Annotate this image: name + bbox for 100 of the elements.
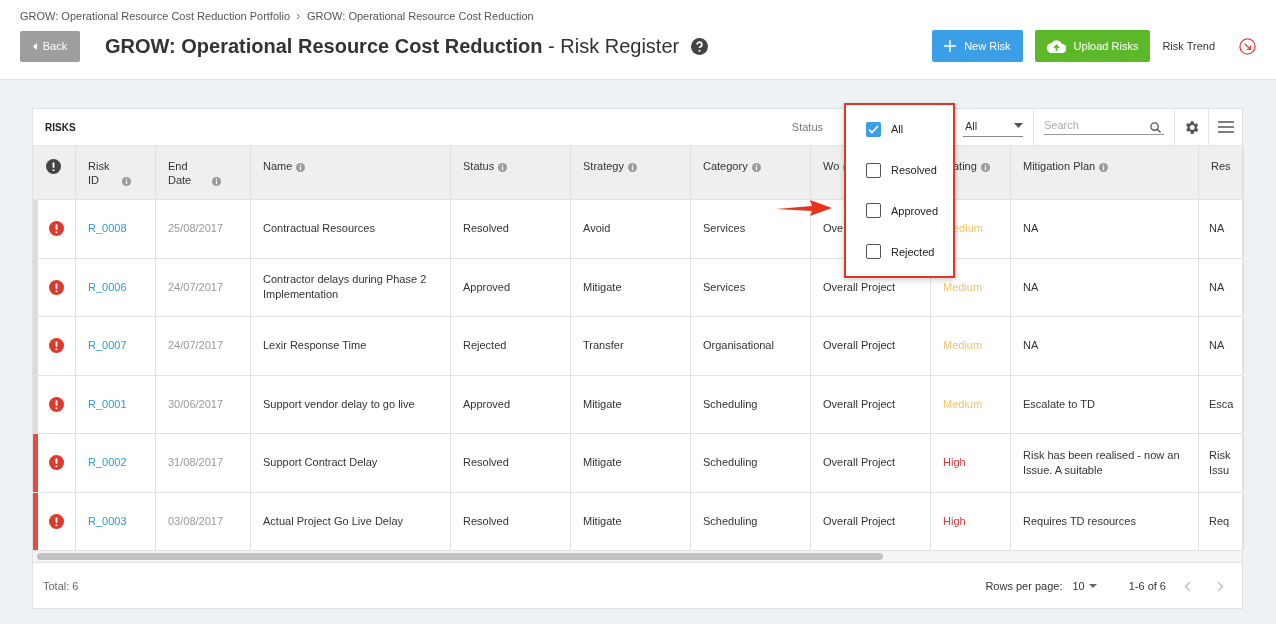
column-header[interactable]: Risk ID — [88, 159, 118, 187]
status-option[interactable]: Rejected — [866, 244, 953, 260]
search-field[interactable]: Search — [1044, 119, 1164, 135]
table-cell: Overall Project — [823, 455, 896, 471]
breadcrumb-link[interactable]: GROW: Operational Resource Cost Reduction — [307, 10, 534, 22]
info-icon — [498, 162, 508, 172]
info-icon — [751, 162, 761, 172]
table-cell: Mitigate — [583, 455, 622, 471]
checkmark-icon — [868, 124, 879, 134]
table-cell: Scheduling — [703, 513, 758, 529]
table-cell: Esca — [1209, 396, 1234, 412]
info-icon — [122, 176, 131, 186]
table-cell: Req — [1209, 513, 1230, 529]
table-cell: Support vendor delay to go live — [263, 396, 415, 412]
table-cell: Mitigate — [583, 513, 622, 529]
table-cell: Overall Project — [823, 513, 896, 529]
table-cell: Support Contract Delay — [263, 455, 378, 471]
alert-icon — [49, 513, 64, 529]
table-cell: Scheduling — [703, 455, 758, 471]
table-cell: 31/08/2017 — [168, 455, 224, 471]
rating-text: High — [943, 513, 966, 529]
alert-header-icon — [46, 159, 61, 174]
alert-icon — [49, 455, 64, 471]
column-header[interactable]: Category — [703, 159, 748, 173]
alert-icon — [49, 396, 64, 412]
rating-text: Medium — [943, 338, 983, 354]
column-header[interactable]: Mitigation Plan — [1023, 159, 1096, 173]
table-cell: Escalate to TD — [1023, 396, 1095, 412]
table-cell: Overall Project — [823, 279, 896, 295]
table-cell: Lexir Response Time — [263, 338, 367, 354]
table-cell: Approved — [463, 279, 511, 295]
cloud-upload-icon — [1046, 39, 1066, 53]
table-cell: Requires TD resources — [1023, 513, 1136, 529]
page-title: GROW: Operational Resource Cost Reduction - Risk Register — [105, 34, 680, 58]
rating-filter-select[interactable]: All — [963, 117, 1023, 137]
info-icon — [296, 162, 306, 172]
table-cell: Overall Project — [823, 396, 896, 412]
table-cell: 24/07/2017 — [168, 338, 224, 354]
table-cell: Overall Project — [823, 338, 896, 354]
alert-icon — [49, 338, 64, 354]
table-cell: 25/08/2017 — [168, 221, 224, 237]
status-option[interactable]: Approved — [866, 203, 953, 219]
breadcrumb-link[interactable]: GROW: Operational Resource Cost Reduction Portfolio — [20, 10, 291, 22]
column-header[interactable]: End Date — [168, 159, 208, 187]
column-header[interactable]: Res — [1211, 159, 1231, 173]
table-cell: Rejected — [463, 338, 507, 354]
info-icon — [212, 176, 221, 186]
table-cell: NA — [1023, 338, 1039, 354]
rating-text: Medium — [943, 279, 983, 295]
table-cell: NA — [1209, 338, 1225, 354]
alert-icon — [49, 221, 64, 237]
help-icon[interactable] — [691, 37, 709, 55]
table-cell: NA — [1209, 221, 1225, 237]
table-cell: Ove — [823, 221, 844, 237]
table-cell: Resolved — [463, 513, 509, 529]
table-cell: 03/08/2017 — [168, 513, 224, 529]
page-range: 1-6 of 6 — [1128, 580, 1166, 592]
risk-trend-link[interactable]: Risk Trend — [1162, 40, 1215, 52]
status-option[interactable]: Resolved — [866, 162, 953, 178]
table-cell: Resolved — [463, 221, 509, 237]
column-header[interactable]: Strategy — [583, 159, 624, 173]
table-cell: Mitigate — [583, 279, 622, 295]
rows-per-page-label: Rows per page: — [985, 580, 1063, 592]
table-cell: Transfer — [583, 338, 624, 354]
alert-icon — [49, 279, 64, 295]
column-header[interactable]: Status — [463, 159, 495, 173]
card-title: RISKS — [45, 121, 76, 133]
status-option[interactable]: All — [866, 121, 953, 137]
table-cell: Contractual Resources — [263, 221, 375, 237]
rows-per-page-select[interactable]: 10 — [1072, 580, 1097, 592]
info-icon — [627, 162, 637, 172]
table-cell: 24/07/2017 — [168, 279, 224, 295]
plus-icon — [944, 40, 957, 52]
caret-left-icon — [32, 42, 37, 50]
table-cell-text: Risk has been realised - now an Issue. A suitable — [1023, 447, 1181, 478]
table-cell: 30/06/2017 — [168, 396, 224, 412]
horizontal-scrollbar[interactable] — [37, 553, 883, 560]
status-filter-label: Status — [791, 121, 823, 133]
table-cell-text: Contractor delays during Phase 2 Implementation — [263, 272, 428, 303]
table-cell: Resolved — [463, 455, 509, 471]
table-cell: Services — [703, 221, 746, 237]
column-header[interactable]: Name — [263, 159, 293, 173]
trend-down-icon[interactable] — [1239, 37, 1256, 55]
column-header[interactable]: Wo — [823, 159, 840, 173]
table-cell: Actual Project Go Live Delay — [263, 513, 403, 529]
table-cell: NA — [1209, 279, 1225, 295]
table-cell: Mitigate — [583, 396, 622, 412]
table-cell: Services — [703, 279, 746, 295]
rating-text: Medium — [943, 396, 983, 412]
total-count: Total: 6 — [43, 580, 79, 592]
table-cell: NA — [1023, 279, 1039, 295]
table-cell: NA — [1023, 221, 1039, 237]
info-icon — [980, 162, 990, 172]
info-icon — [1099, 162, 1109, 172]
table-cell: Avoid — [583, 221, 611, 237]
caret-down-icon — [1088, 584, 1097, 588]
table-cell: Organisational — [703, 338, 774, 354]
table-cell: Scheduling — [703, 396, 758, 412]
table-cell: Approved — [463, 396, 511, 412]
rating-text: High — [943, 455, 966, 471]
